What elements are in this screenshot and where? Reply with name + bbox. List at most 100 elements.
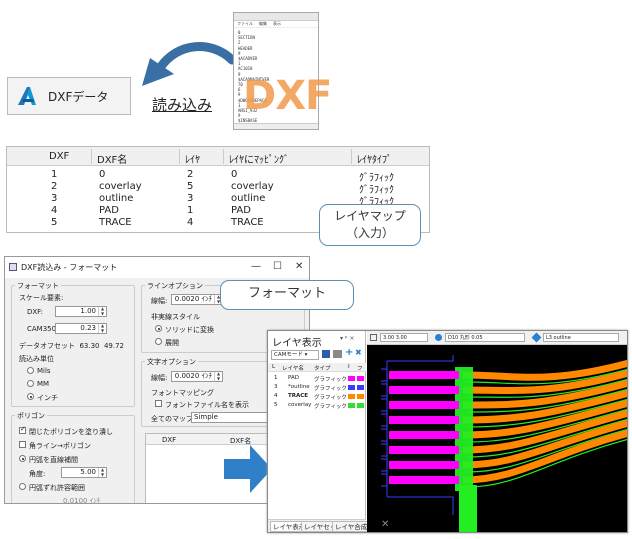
format-callout: フォーマット [220,280,354,310]
pad-rect [389,461,459,469]
dxf-scale-label: DXF: [27,308,44,316]
outline-line [381,383,387,397]
outline-line [381,443,387,457]
polygon-group-label: ポリゴン [15,411,47,421]
dxf-scale-input[interactable]: 1.00 ▲ ▼ [55,306,107,317]
table-cell: 3 [187,193,194,204]
tab-layer-compose[interactable]: レイヤ合成 [332,521,371,532]
cam-scale-input[interactable]: 0.23 ▲ ▼ [55,323,107,334]
layer-display-window: レイヤ表示 ▾ ᵖ × CAMモード ▾ + ✖ L レイヤ名 タイプ I フ … [267,330,628,533]
pad-rect [389,371,459,379]
pad-rect [389,476,459,484]
folder-icon[interactable] [333,350,342,358]
outline-line [381,413,387,427]
outline-line [381,398,387,412]
load-label: 読み込み [152,96,213,114]
spin-arrows-icon[interactable]: ▲ ▼ [98,323,106,333]
convert-solid-radio[interactable] [155,325,162,332]
table-cell: coverlay [231,181,274,192]
layer-name: coverlay [288,402,312,408]
minimize-button[interactable]: — [251,261,261,272]
layer-icon [531,332,542,343]
table-cell: 2 [51,181,58,192]
header-layer: ﾚｲﾔ [185,155,200,166]
zoom-select[interactable]: 3.00 3.00 [380,333,428,342]
font-mapping-label: フォントマッピング [151,389,214,397]
arc-tolerance-radio[interactable] [19,483,26,490]
layer-list-header: L レイヤ名 タイプ I フ [268,363,366,372]
spin-arrows-icon[interactable]: ▲ ▼ [98,306,106,316]
line-width-label: 線幅: [151,297,168,305]
outline-line [381,368,387,382]
add-icon[interactable]: + [345,347,353,358]
autodesk-logo-icon [18,87,36,105]
panel-pin-close-icon[interactable]: ▾ ᵖ × [340,335,354,342]
fill-closed-checkbox[interactable] [19,425,26,434]
pad-rect [389,431,459,439]
show-font-name-checkbox[interactable] [155,400,162,407]
table-cell: PAD [99,205,119,216]
layer-color-swatch[interactable] [357,385,364,390]
layer-type: グラフィック [314,404,347,410]
unit-mm-radio[interactable] [27,380,34,387]
dcode-select[interactable]: D10 丸形 0.05 [445,333,525,342]
layer-panel-title: レイヤ表示 [272,338,322,349]
unit-mils-radio[interactable] [27,367,34,374]
spin-arrows-icon[interactable]: ▲ ▼ [214,371,222,381]
table-cell: 1 [187,205,194,216]
layer-color-swatch[interactable] [357,376,364,381]
delete-icon[interactable]: ✖ [355,348,362,357]
arc-to-line-radio[interactable] [19,455,26,462]
layer-color-swatch[interactable] [357,394,364,399]
non-solid-label: 非実線スタイル [151,313,200,321]
table-row[interactable]: 1 0 2 0 ｸﾞﾗﾌｨｯｸ [7,169,429,184]
layer-type: グラフィック [314,377,347,383]
header-layer-type: ﾚｲﾔﾀｲﾌﾟ [357,155,392,166]
layer-name: PAD [288,375,299,381]
data-offset-label: データオフセット 63.30 49.72 [19,342,124,350]
dxf-data-button[interactable]: DXFデータ [7,77,131,115]
table-cell: 5 [187,181,194,192]
table-cell: 0 [231,169,238,180]
pcb-canvas[interactable]: ✕ [367,345,627,532]
angle-input[interactable]: 5.00 ▲ ▼ [61,467,107,478]
unit-inch-radio[interactable] [27,393,34,400]
layer-color-swatch[interactable] [348,403,355,408]
dialog-title: DXF読込み - フォーマット [21,263,118,272]
format-group-label: フォーマット [15,281,61,291]
cam-mode-select[interactable]: CAMモード ▾ [271,350,319,360]
close-button[interactable]: ✕ [295,261,303,272]
angle-label: 角度: [29,470,46,478]
line-width-input[interactable]: 0.0020 ｲﾝﾁ ▲ ▼ [171,294,223,305]
save-icon[interactable] [322,350,330,358]
table-cell: 3 [51,193,58,204]
layer-type: グラフィック [314,386,347,392]
spin-arrows-icon[interactable]: ▲ ▼ [98,467,106,477]
table-cell: 4 [187,217,194,228]
units-label: 読込み単位 [19,355,54,363]
layer-number: 1 [274,375,278,381]
table-cell: 0 [99,169,106,180]
table-row[interactable]: 2 coverlay 5 coverlay ｸﾞﾗﾌｨｯｸ [7,181,429,196]
maximize-button[interactable]: ☐ [273,261,282,272]
active-layer-select[interactable]: L3 outline [543,333,619,342]
text-width-input[interactable]: 0.0020 ｲﾝﾁ ▲ ▼ [171,371,223,382]
outline-line [381,458,387,472]
expand-radio[interactable] [155,338,162,345]
table-header: DXF DXF名 ﾚｲﾔ ﾚｲﾔにﾏｯﾋﾟﾝｸﾞ ﾚｲﾔﾀｲﾌﾟ [7,147,429,166]
layer-number: 3 [274,384,278,390]
layer-color-swatch[interactable] [348,376,355,381]
layer-number: 4 [274,393,278,399]
header-dxf-name: DXF名 [97,155,128,166]
layer-color-swatch[interactable] [348,394,355,399]
layer-color-swatch[interactable] [357,403,364,408]
table-cell: outline [231,193,266,204]
corner-to-poly-checkbox[interactable] [19,441,26,448]
layer-color-swatch[interactable] [348,385,355,390]
grid-icon[interactable] [370,334,377,341]
curved-arrow-icon [142,42,237,86]
table-cell: 5 [51,217,58,228]
dxf-big-text: DXF [243,73,332,119]
text-option-label: 文字オプション [145,357,198,367]
big-right-arrow-icon [224,445,272,493]
